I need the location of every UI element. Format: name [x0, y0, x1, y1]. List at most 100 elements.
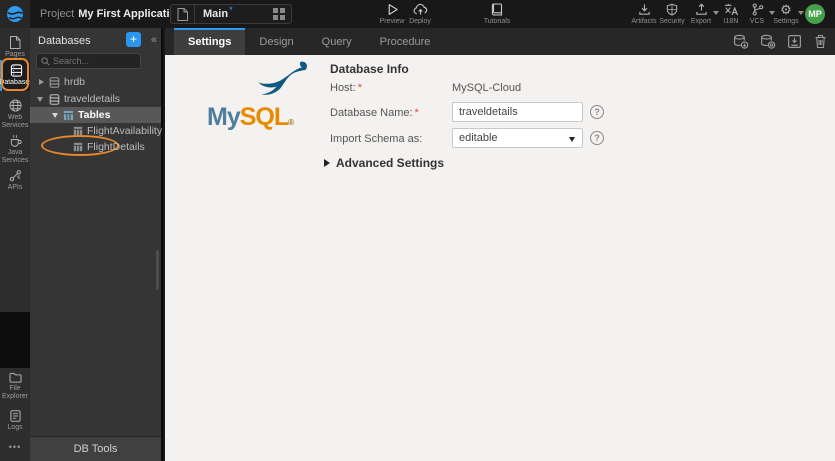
database-node-icon — [49, 93, 60, 105]
tab-query[interactable]: Query — [308, 28, 366, 55]
sidebar-item-pages[interactable]: Pages — [0, 32, 30, 63]
wavemaker-logo-icon — [7, 6, 23, 22]
expander-collapsed-icon[interactable] — [39, 79, 44, 85]
tree-node-flightavailability[interactable]: FlightAvailability — [30, 123, 163, 139]
tree-node-tables[interactable]: Tables — [30, 107, 161, 123]
log-file-icon — [9, 410, 21, 422]
app-logo[interactable] — [0, 0, 30, 28]
search-input[interactable] — [53, 56, 136, 66]
book-icon — [491, 3, 503, 16]
sidebar-spacer-block — [0, 312, 30, 368]
collapse-panel-button[interactable]: « — [151, 34, 157, 46]
tree-node-traveldetails[interactable]: traveldetails — [30, 91, 161, 107]
databases-panel: Databases + « hrdb traveldetails — [30, 28, 163, 461]
import-schema-help-icon[interactable]: ? — [590, 131, 604, 145]
expander-collapsed-icon — [324, 159, 330, 167]
sidebar-item-databases[interactable]: Databases — [0, 60, 33, 92]
sidebar-item-label: File Explorer — [1, 385, 29, 401]
settings-caret-icon — [798, 11, 804, 15]
expander-expanded-icon[interactable] — [37, 97, 43, 102]
unsaved-marker: * — [229, 5, 233, 15]
export-label: Export — [690, 18, 712, 25]
sidebar-item-file-explorer[interactable]: File Explorer — [0, 368, 30, 406]
page-selector[interactable]: Main * — [170, 4, 292, 24]
download-tray-icon — [638, 4, 650, 15]
folder-icon — [8, 372, 22, 383]
page-icon — [171, 5, 195, 23]
api-nodes-icon — [9, 170, 21, 182]
pages-grid-icon[interactable] — [273, 8, 285, 20]
panel-title: Databases — [38, 35, 91, 47]
user-avatar[interactable]: MP — [805, 4, 825, 24]
git-branch-icon — [752, 3, 763, 16]
sidebar-item-logs[interactable]: Logs — [0, 406, 30, 436]
tutorials-label: Tutorials — [483, 18, 511, 25]
tree-node-flightdetails[interactable]: FlightDetails — [30, 139, 161, 155]
sidebar-item-more[interactable]: ••• — [0, 436, 30, 457]
mysql-logo: MySQL® — [207, 60, 319, 130]
top-bar: Project My First Application › Main * Pr… — [0, 0, 835, 28]
tutorials-button[interactable]: Tutorials — [477, 3, 517, 25]
select-caret-icon — [569, 137, 575, 142]
tree-node-label: traveldetails — [64, 93, 121, 105]
play-icon — [388, 4, 398, 15]
db-name-input[interactable] — [452, 102, 583, 122]
sidebar-item-label: Databases — [0, 79, 33, 86]
mysql-dolphin-icon — [258, 61, 308, 95]
upload-tray-icon — [695, 3, 707, 15]
tree-node-label: Tables — [78, 109, 111, 121]
studio-window: Project My First Application › Main * Pr… — [0, 0, 835, 461]
panel-search[interactable] — [36, 53, 141, 69]
advanced-settings-toggle[interactable]: Advanced Settings — [324, 156, 444, 170]
mysql-sql-text: SQL — [239, 103, 289, 131]
add-database-button[interactable]: + — [126, 32, 141, 47]
tree-node-label: FlightAvailability — [87, 125, 163, 137]
selected-option: editable — [459, 132, 498, 144]
more-dots-icon: ••• — [8, 442, 22, 452]
expander-expanded-icon[interactable] — [52, 113, 58, 118]
left-icon-sidebar: Pages Databases Web Services Java Servic… — [0, 28, 33, 461]
project-label: Project — [40, 8, 75, 20]
sidebar-item-label: Logs — [7, 424, 23, 431]
deploy-button[interactable]: Deploy — [400, 3, 440, 25]
deploy-label: Deploy — [409, 18, 431, 25]
required-marker: * — [414, 107, 419, 119]
tab-settings[interactable]: Settings — [174, 28, 246, 55]
tab-procedure[interactable]: Procedure — [366, 28, 445, 55]
main-content: Settings Design Query Procedure MySQL® D… — [165, 28, 835, 461]
db-tools-button[interactable]: DB Tools — [30, 436, 161, 461]
registered-mark: ® — [288, 118, 295, 127]
settings-label: Settings — [773, 18, 799, 25]
sidebar-item-java-services[interactable]: Java Services — [0, 130, 30, 170]
tree-node-hrdb[interactable]: hrdb — [30, 74, 161, 90]
mysql-wordmark: MySQL® — [207, 105, 294, 130]
update-db-icon[interactable] — [733, 34, 749, 49]
sidebar-item-label: Web Services — [1, 114, 29, 130]
reimport-db-icon[interactable] — [760, 34, 776, 49]
save-icon[interactable] — [787, 34, 802, 49]
import-schema-select[interactable]: editable — [452, 128, 583, 148]
tab-design[interactable]: Design — [245, 28, 307, 55]
page-name: Main — [203, 8, 229, 20]
host-value: MySQL-Cloud — [452, 82, 522, 94]
vcs-label: VCS — [749, 18, 765, 25]
db-name-label: Database Name: * — [330, 107, 419, 119]
delete-icon[interactable] — [814, 34, 827, 49]
tab-bar: Settings Design Query Procedure — [165, 28, 835, 55]
mysql-my-text: My — [207, 103, 241, 131]
section-title: Database Info — [330, 62, 409, 76]
cloud-upload-icon — [413, 3, 427, 15]
settings-button[interactable]: ⚙ Settings — [766, 3, 806, 25]
panel-scrollbar[interactable] — [156, 250, 159, 290]
breadcrumb-chevron-icon: › — [157, 6, 161, 20]
tree-node-label: hrdb — [64, 76, 86, 88]
page-icon — [10, 36, 21, 49]
coffee-cup-icon — [10, 134, 22, 147]
sidebar-item-apis[interactable]: APIs — [0, 165, 30, 196]
table-icon — [73, 142, 83, 152]
sidebar-item-web-services[interactable]: Web Services — [0, 95, 30, 135]
import-schema-label: Import Schema as: — [330, 133, 423, 145]
tables-folder-icon — [63, 110, 74, 121]
database-node-icon — [49, 76, 60, 88]
db-name-help-icon[interactable]: ? — [590, 105, 604, 119]
